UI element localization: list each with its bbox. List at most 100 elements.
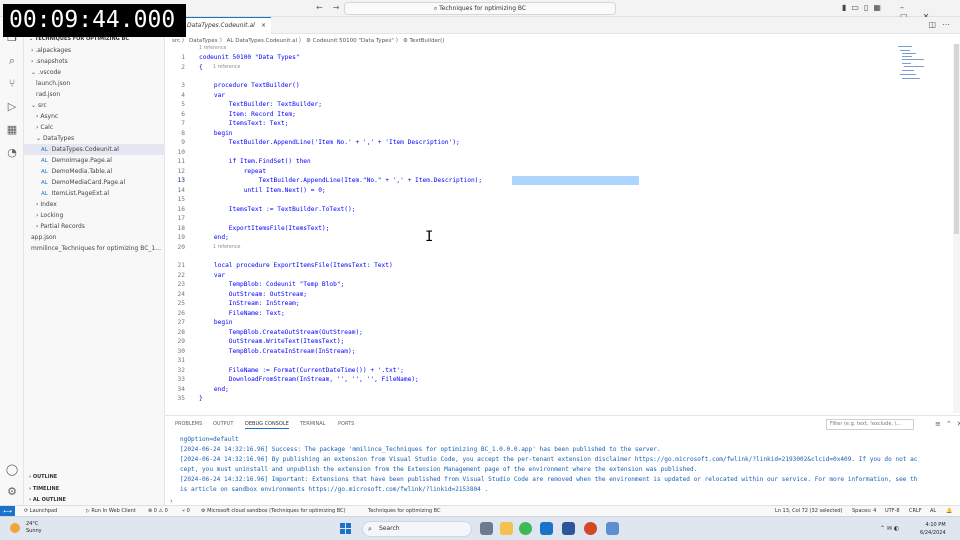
minimap[interactable] [896, 44, 946, 94]
search-icon[interactable]: ⌕ [5, 54, 19, 68]
code-lens-references[interactable]: 1 reference [199, 45, 226, 53]
code-line[interactable]: 34 end; [165, 385, 953, 395]
tab-datatypes-codeunit[interactable]: DataTypes.Codeunit.al × [183, 17, 271, 34]
code-line[interactable]: 20 [165, 243, 953, 253]
task-view-icon[interactable] [480, 522, 493, 535]
tree-item[interactable]: AL DataTypes.Codeunit.al [24, 144, 165, 155]
code-line[interactable]: 35} [165, 394, 953, 404]
code-line[interactable]: 14 until Item.Next() = 0; [165, 186, 953, 196]
layout-controls[interactable]: ▮ ▭ ▯ ▦ [842, 3, 886, 12]
code-line[interactable]: 15 [165, 195, 953, 205]
tree-item[interactable]: AL DemoMedia.Table.al [24, 166, 165, 177]
code-line[interactable]: 25 InStream: InStream; [165, 299, 953, 309]
tree-item[interactable]: rad.json [24, 89, 165, 100]
tree-item[interactable]: › Partial Records [24, 221, 165, 232]
code-line[interactable]: 28 TempBlob.CreateOutStream(OutStream); [165, 328, 953, 338]
code-line[interactable]: 6 Item: Record Item; [165, 110, 953, 120]
tree-item[interactable]: ⌄ .vscode [24, 67, 165, 78]
code-line[interactable]: 5 TextBuilder: TextBuilder; [165, 100, 953, 110]
code-line[interactable]: 1 codeunit 50100 "Data Types" [165, 53, 953, 63]
tree-item[interactable]: ⌄ DataTypes [24, 133, 165, 144]
code-line[interactable]: 23 TempBlob: Codeunit "Temp Blob"; [165, 280, 953, 290]
code-line[interactable]: 17 [165, 214, 953, 224]
code-line[interactable]: 31 [165, 356, 953, 366]
more-actions-icon[interactable]: ⋯ [942, 20, 950, 29]
code-line[interactable]: 11 if Item.FindSet() then [165, 157, 953, 167]
sun-icon[interactable] [10, 523, 20, 533]
al-outline-section[interactable]: › AL OUTLINE [29, 497, 66, 503]
console-filter-input[interactable]: Filter (e.g. text, !exclude, \... [826, 419, 914, 430]
tab-output[interactable]: OUTPUT [213, 421, 233, 427]
al-explorer-icon[interactable]: ◔ [5, 146, 19, 160]
code-line[interactable]: 7 ItemsText: Text; [165, 119, 953, 129]
back-arrow-icon[interactable]: ← [316, 3, 323, 12]
code-line[interactable]: 24 OutStream: OutStream; [165, 290, 953, 300]
weather-widget[interactable]: 24°C Sunny [26, 521, 42, 535]
source-control-icon[interactable]: ⑂ [5, 77, 19, 91]
code-lens-references[interactable]: 1 reference [213, 244, 240, 252]
timeline-section[interactable]: › TIMELINE [29, 486, 59, 492]
extensions-icon[interactable]: ▦ [5, 123, 19, 137]
close-tab-icon[interactable]: × [261, 18, 266, 34]
tree-item[interactable]: mmilince_Techniques for optimizing BC_1.… [24, 243, 165, 254]
toggle-sidebar-icon[interactable]: ▮ [842, 3, 846, 12]
app-icon[interactable] [606, 522, 619, 535]
code-line[interactable]: 26 FileName: Text; [165, 309, 953, 319]
tree-item[interactable]: › .alpackages [24, 45, 165, 56]
code-line[interactable]: 21 local procedure ExportItemsFile(Items… [165, 261, 953, 271]
toggle-secondary-sidebar-icon[interactable]: ▯ [864, 3, 868, 12]
code-editor[interactable]: 1 reference 1 codeunit 50100 "Data Types" 2… [165, 44, 953, 413]
minimize-icon[interactable]: – [900, 3, 904, 12]
word-icon[interactable] [562, 522, 575, 535]
code-line[interactable]: 12 repeat [165, 167, 953, 177]
command-center[interactable]: ⌕ Techniques for optimizing BC [344, 2, 616, 15]
scrollbar-thumb[interactable] [954, 44, 959, 234]
tree-item[interactable]: › Async [24, 111, 165, 122]
code-line[interactable]: 19 end; [165, 233, 953, 243]
tree-item[interactable]: › Calc [24, 122, 165, 133]
tree-item[interactable]: AL ItemList.PageExt.al [24, 188, 165, 199]
code-line[interactable]: 18 ExportItemsFile(ItemsText); [165, 224, 953, 234]
powerpoint-icon[interactable] [584, 522, 597, 535]
system-tray[interactable]: ⌃ ✉ ◐ [880, 525, 899, 532]
code-lens-references[interactable]: 1 reference [213, 64, 240, 72]
code-line[interactable]: 27 begin [165, 318, 953, 328]
tree-item[interactable]: app.json [24, 232, 165, 243]
tree-item[interactable]: ⌄ src [24, 100, 165, 111]
code-line[interactable]: 3 procedure TextBuilder() [165, 81, 953, 91]
console-prompt-icon[interactable]: › [170, 497, 173, 505]
tab-problems[interactable]: PROBLEMS [175, 421, 202, 427]
tab-ports[interactable]: PORTS [338, 421, 354, 427]
breadcrumb[interactable]: src 〉 DataTypes 〉 AL DataTypes.Codeunit.… [172, 36, 444, 44]
manage-gear-icon[interactable]: ⚙ [5, 485, 19, 499]
maximize-panel-icon[interactable]: ⌃ [946, 420, 952, 428]
code-line[interactable]: 16 ItemsText := TextBuilder.ToText(); [165, 205, 953, 215]
taskbar-search[interactable]: ⌕ Search [362, 521, 472, 537]
vscode-icon[interactable] [540, 522, 553, 535]
code-line[interactable]: 10 [165, 148, 953, 158]
code-line[interactable]: 33 DownloadFromStream(InStream, '', '', … [165, 375, 953, 385]
editor-scrollbar[interactable] [953, 44, 960, 413]
tree-item[interactable]: › .snapshots [24, 56, 165, 67]
file-explorer-icon[interactable] [500, 522, 513, 535]
chrome-icon[interactable] [519, 522, 532, 535]
tab-terminal[interactable]: TERMINAL [300, 421, 325, 427]
account-icon[interactable]: ◯ [5, 463, 19, 477]
run-debug-icon[interactable]: ▷ [5, 100, 19, 114]
taskbar-clock[interactable]: 4:10 PM 6/24/2024 [920, 521, 946, 537]
code-line[interactable]: 4 var [165, 91, 953, 101]
windows-start-icon[interactable] [340, 523, 352, 535]
code-line[interactable]: 9 TextBuilder.AppendLine('Item No.' + ',… [165, 138, 953, 148]
code-line[interactable]: 22 var [165, 271, 953, 281]
code-line[interactable]: 29 OutStream.WriteText(ItemsText); [165, 337, 953, 347]
code-line[interactable]: 2{ [165, 63, 953, 73]
toggle-panel-icon[interactable]: ▭ [851, 3, 859, 12]
tree-item[interactable]: AL DemoImage.Page.al [24, 155, 165, 166]
outline-section[interactable]: › OUTLINE [29, 474, 57, 480]
tree-item[interactable]: › Index [24, 199, 165, 210]
code-line[interactable]: 32 FileName := Format(CurrentDateTime())… [165, 366, 953, 376]
customize-layout-icon[interactable]: ▦ [873, 3, 881, 12]
tab-debug-console[interactable]: DEBUG CONSOLE [245, 421, 289, 429]
tree-item[interactable]: launch.json [24, 78, 165, 89]
code-line[interactable]: 30 TempBlob.CreateInStream(InStream); [165, 347, 953, 357]
